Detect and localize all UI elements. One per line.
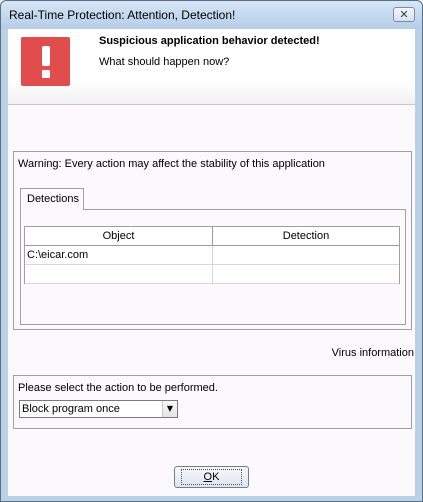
virus-information-link[interactable]: Virus information xyxy=(332,347,414,359)
action-select-value: Block program once xyxy=(22,403,120,415)
table-row[interactable] xyxy=(25,265,399,284)
ok-button-label: OK xyxy=(180,469,243,485)
table-row[interactable]: C:\eicar.com xyxy=(25,246,399,265)
cell-object: C:\eicar.com xyxy=(25,246,213,265)
detections-table: Object Detection C:\eicar.com xyxy=(24,226,400,284)
detections-panel: Object Detection C:\eicar.com xyxy=(20,209,406,325)
column-header-detection[interactable]: Detection xyxy=(213,227,399,246)
warning-text: Warning: Every action may affect the sta… xyxy=(18,158,325,170)
close-button[interactable]: ✕ xyxy=(393,7,415,22)
ok-accelerator: O xyxy=(203,471,213,483)
window-title: Real-Time Protection: Attention, Detecti… xyxy=(9,8,236,22)
table-header: Object Detection xyxy=(25,227,399,246)
ok-label-rest: K xyxy=(212,471,220,483)
action-group: Please select the action to be performed… xyxy=(13,375,412,429)
alert-title: Suspicious application behavior detected… xyxy=(99,35,320,47)
alert-subtitle: What should happen now? xyxy=(99,56,230,68)
close-icon: ✕ xyxy=(399,8,409,21)
title-bar[interactable]: Real-Time Protection: Attention, Detecti… xyxy=(1,1,422,29)
cell-detection xyxy=(213,246,399,265)
warning-group: Warning: Every action may affect the sta… xyxy=(13,151,412,330)
tab-detections[interactable]: Detections xyxy=(20,188,84,210)
exclamation-icon xyxy=(21,37,70,86)
dialog-content: Suspicious application behavior detected… xyxy=(8,29,415,496)
exclamation-glyph xyxy=(41,45,50,78)
action-label: Please select the action to be performed… xyxy=(18,382,218,394)
ok-button[interactable]: OK xyxy=(174,466,249,488)
chevron-down-icon: ▼ xyxy=(166,404,174,413)
action-select[interactable]: Block program once ▼ xyxy=(19,400,178,418)
alert-header: Suspicious application behavior detected… xyxy=(8,29,415,105)
dropdown-arrow-icon[interactable]: ▼ xyxy=(162,401,177,417)
column-header-object[interactable]: Object xyxy=(25,227,213,246)
cell-detection xyxy=(213,265,399,284)
dialog-window: Real-Time Protection: Attention, Detecti… xyxy=(0,0,423,502)
cell-object xyxy=(25,265,213,284)
